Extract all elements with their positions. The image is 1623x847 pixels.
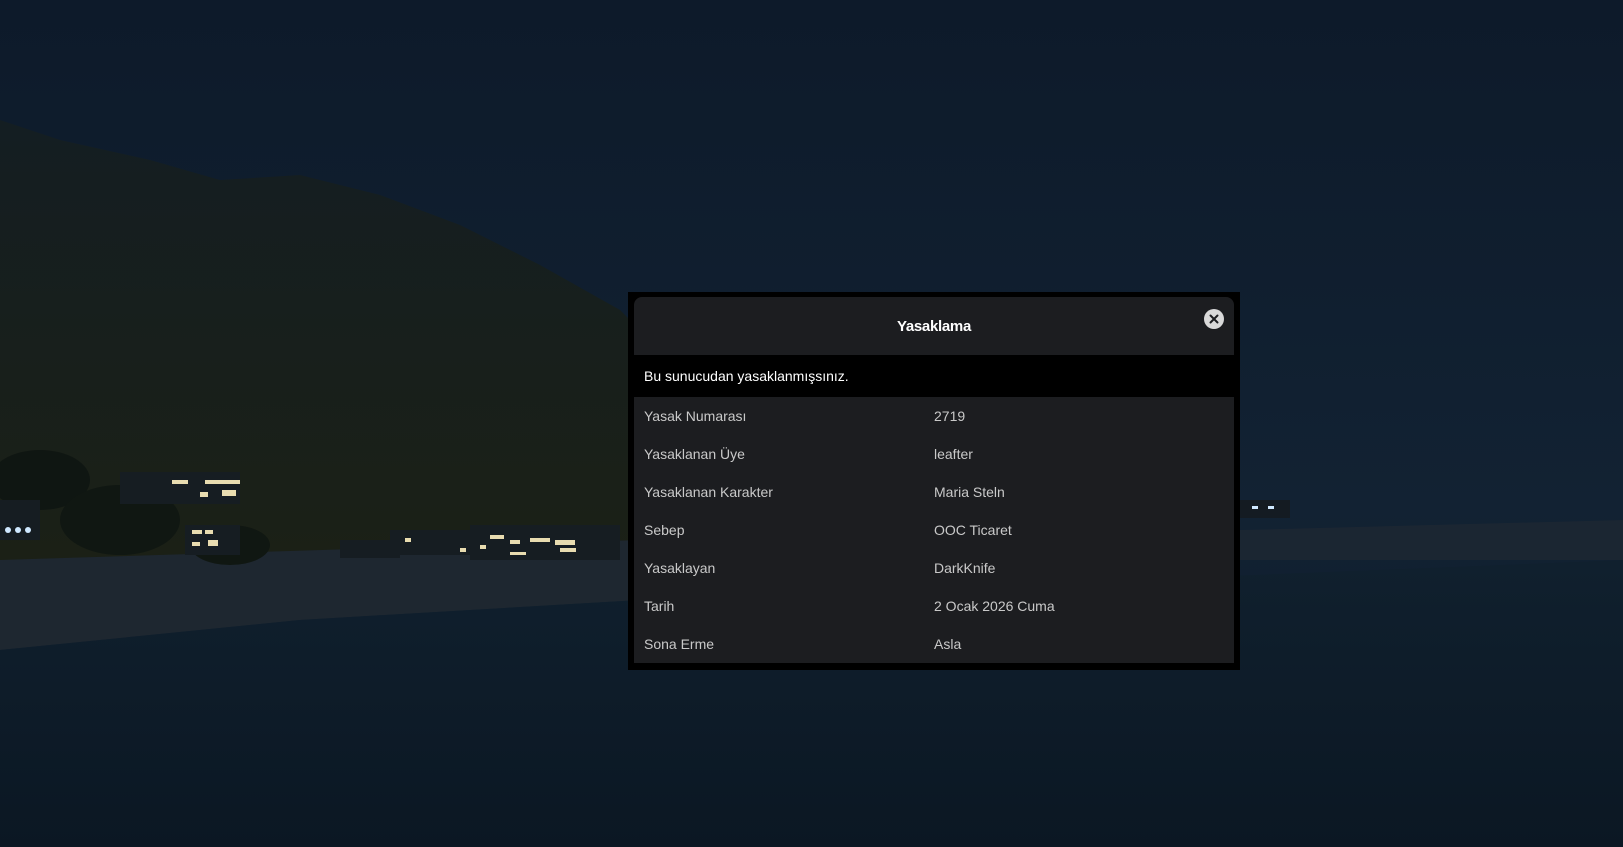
detail-label: Tarih [644, 598, 675, 614]
detail-value: Maria Steln [934, 484, 1005, 500]
detail-value: 2 Ocak 2026 Cuma [934, 598, 1055, 614]
modal-header: Yasaklama [634, 297, 1234, 355]
detail-row-banned-member: Yasaklanan Üye leafter [634, 435, 1234, 473]
detail-row-expiry: Sona Erme Asla [634, 625, 1234, 663]
detail-row-reason: Sebep OOC Ticaret [634, 511, 1234, 549]
detail-value: Asla [934, 636, 962, 652]
ban-details-table: Yasak Numarası 2719 Yasaklanan Üye leaft… [634, 397, 1234, 663]
ban-modal: Yasaklama Bu sunucudan yasaklanmışsınız.… [628, 292, 1240, 670]
detail-row-date: Tarih 2 Ocak 2026 Cuma [634, 587, 1234, 625]
detail-row-ban-number: Yasak Numarası 2719 [634, 397, 1234, 435]
close-circle-icon [1209, 314, 1219, 324]
detail-value: OOC Ticaret [934, 522, 1012, 538]
detail-row-banned-by: Yasaklayan DarkKnife [634, 549, 1234, 587]
detail-label: Yasaklanan Karakter [644, 484, 773, 500]
detail-label: Sebep [644, 522, 685, 538]
close-button[interactable] [1204, 309, 1224, 329]
detail-row-banned-character: Yasaklanan Karakter Maria Steln [634, 473, 1234, 511]
detail-label: Yasaklayan [644, 560, 716, 576]
modal-title: Yasaklama [896, 317, 972, 335]
detail-value: DarkKnife [934, 560, 996, 576]
detail-value: 2719 [934, 408, 966, 424]
detail-label: Yasaklanan Üye [644, 446, 745, 462]
ban-notice: Bu sunucudan yasaklanmışsınız. [634, 355, 1234, 397]
detail-label: Yasak Numarası [644, 408, 747, 424]
detail-label: Sona Erme [644, 636, 715, 652]
detail-value: leafter [934, 446, 973, 462]
